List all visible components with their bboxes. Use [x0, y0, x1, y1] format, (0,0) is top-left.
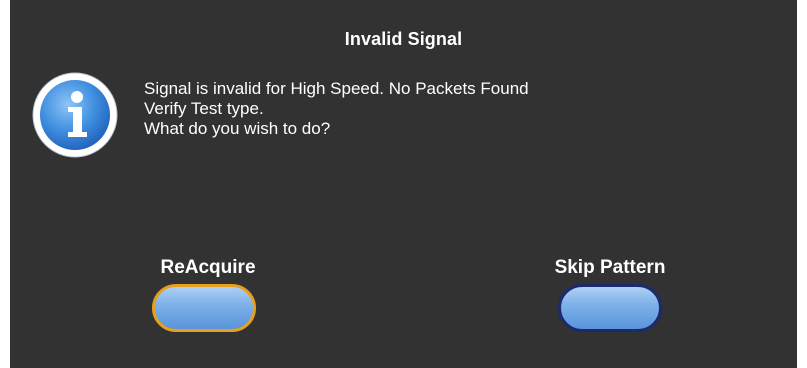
dialog-title: Invalid Signal [344, 29, 463, 49]
reacquire-label: ReAcquire [160, 257, 256, 278]
info-icon [32, 72, 118, 158]
invalid-signal-dialog: Invalid Signal Signal is invalid for Hig… [10, 0, 797, 368]
skip-pattern-button[interactable] [558, 284, 662, 332]
reacquire-button[interactable] [152, 284, 256, 332]
message-line: Signal is invalid for High Speed. No Pac… [144, 79, 529, 98]
message-line: What do you wish to do? [144, 119, 331, 138]
skip-pattern-label: Skip Pattern [554, 257, 666, 278]
message-line: Verify Test type. [144, 99, 264, 118]
dialog-message: Signal is invalid for High Speed. No Pac… [144, 79, 529, 139]
